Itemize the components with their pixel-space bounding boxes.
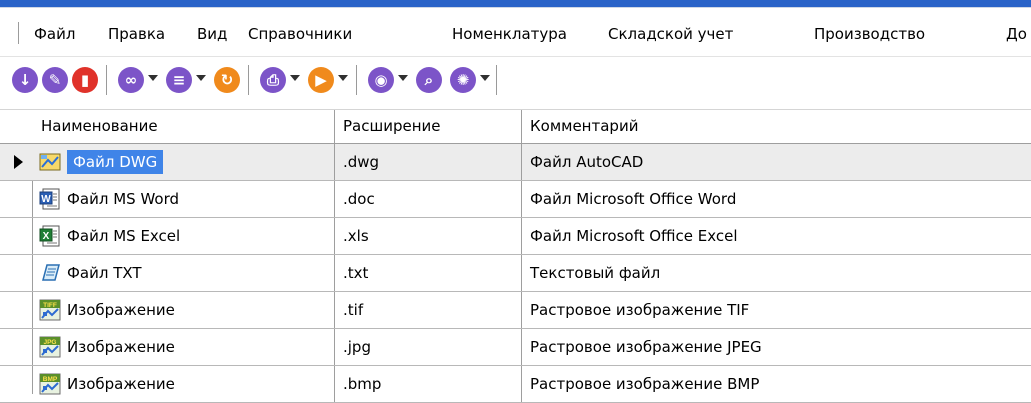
toolbar-separator <box>356 65 357 95</box>
cell-extension[interactable]: .bmp <box>335 366 522 402</box>
menu-warehouse[interactable]: Складской учет <box>608 22 733 46</box>
table-row[interactable]: JPG Изображение .jpg Растровое изображение … <box>0 329 1031 366</box>
document-dropdown-arrow-icon[interactable] <box>196 75 206 81</box>
cell-name[interactable]: Файл MS Word <box>33 181 335 217</box>
cell-name-text: Изображение <box>67 301 175 319</box>
toolbar-separator <box>496 65 497 95</box>
print-dropdown-arrow-icon[interactable] <box>290 75 300 81</box>
cell-name-text: Изображение <box>67 375 175 393</box>
current-row-arrow-icon <box>14 155 23 169</box>
refresh-button[interactable]: ↻ <box>214 67 240 93</box>
search-button[interactable]: ⌕ <box>416 67 442 93</box>
grid-header: Наименование Расширение Комментарий <box>0 110 1031 144</box>
menu-nomenclature[interactable]: Номенклатура <box>452 22 567 46</box>
search-magnifier-icon: ⌕ <box>424 71 434 89</box>
cell-comment[interactable]: Файл Microsoft Office Excel <box>522 218 1031 254</box>
print-button[interactable]: ⎙ <box>260 67 286 93</box>
cell-name-text: Файл MS Word <box>67 190 179 208</box>
window-accent-bar <box>0 0 1031 7</box>
column-header-extension[interactable]: Расширение <box>335 110 522 143</box>
table-row[interactable]: BMP Изображение .bmp Растровое изображение … <box>0 366 1031 403</box>
play-button[interactable]: ▶ <box>308 67 334 93</box>
cell-name-text: Изображение <box>67 338 175 356</box>
play-dropdown-arrow-icon[interactable] <box>338 75 348 81</box>
cell-extension[interactable]: .txt <box>335 255 522 291</box>
cell-comment[interactable]: Файл AutoCAD <box>522 144 1031 180</box>
toolbar-separator <box>106 65 107 95</box>
cell-extension[interactable]: .xls <box>335 218 522 254</box>
edit-pencil-icon: ✎ <box>48 71 62 89</box>
cell-name[interactable]: Изображение <box>33 329 335 365</box>
table-row[interactable]: Файл DWG .dwg Файл AutoCAD <box>0 144 1031 181</box>
cell-name[interactable]: Изображение <box>33 366 335 402</box>
view-dropdown-arrow-icon[interactable] <box>398 75 408 81</box>
cell-extension[interactable]: .dwg <box>335 144 522 180</box>
menu-grip <box>18 22 19 44</box>
file-types-grid: Наименование Расширение Комментарий Файл… <box>0 110 1031 403</box>
cell-name-text: Файл TXT <box>67 264 142 282</box>
toolbar-separator <box>248 65 249 95</box>
cell-name-text: Файл MS Excel <box>67 227 181 245</box>
view-button[interactable]: ◉ <box>368 67 394 93</box>
cell-comment[interactable]: Файл Microsoft Office Word <box>522 181 1031 217</box>
cell-comment[interactable]: Растровое изображение TIF <box>522 292 1031 328</box>
menu-directories[interactable]: Справочники <box>248 22 352 46</box>
document-list-icon: ≡ <box>172 71 186 89</box>
menu-production[interactable]: Производство <box>814 22 925 46</box>
cell-comment[interactable]: Растровое изображение JPEG <box>522 329 1031 365</box>
link-button[interactable]: ∞ <box>118 67 144 93</box>
cell-name[interactable]: Изображение <box>33 292 335 328</box>
edit-button[interactable]: ✎ <box>42 67 68 93</box>
table-row[interactable]: Файл TXT .txt Текстовый файл <box>0 255 1031 292</box>
menu-more[interactable]: До <box>1006 22 1027 46</box>
globe-web-icon: ✺ <box>456 71 470 89</box>
refresh-sync-icon: ↻ <box>220 71 234 89</box>
play-icon: ▶ <box>315 71 327 89</box>
menu-file[interactable]: Файл <box>34 22 75 46</box>
cell-extension[interactable]: .doc <box>335 181 522 217</box>
menu-edit[interactable]: Правка <box>108 22 165 46</box>
print-icon: ⎙ <box>266 71 279 89</box>
download-button[interactable]: ↓ <box>12 67 38 93</box>
cell-comment[interactable]: Текстовый файл <box>522 255 1031 291</box>
column-header-comment[interactable]: Комментарий <box>522 110 1031 143</box>
cell-name[interactable]: Файл MS Excel <box>33 218 335 254</box>
menu-view[interactable]: Вид <box>197 22 227 46</box>
cell-name-text: Файл DWG <box>67 150 164 174</box>
cell-name[interactable]: Файл DWG <box>33 144 335 180</box>
table-row[interactable]: X Файл MS Excel .xls Файл Microsoft Office … <box>0 218 1031 255</box>
globe-button[interactable]: ✺ <box>450 67 476 93</box>
cell-comment[interactable]: Растровое изображение BMP <box>522 366 1031 402</box>
table-row[interactable]: TIFF Изображение .tif Растровое изображение… <box>0 292 1031 329</box>
download-icon: ↓ <box>18 71 32 89</box>
cell-name[interactable]: Файл TXT <box>33 255 335 291</box>
delete-button[interactable]: ▮ <box>72 67 98 93</box>
cell-extension[interactable]: .tif <box>335 292 522 328</box>
menu-bar: Файл Правка Вид Справочники Номенклатура… <box>0 8 1031 57</box>
link-dropdown-arrow-icon[interactable] <box>148 75 158 81</box>
cell-extension[interactable]: .jpg <box>335 329 522 365</box>
document-list-button[interactable]: ≡ <box>166 67 192 93</box>
table-row[interactable]: W Файл MS Word .doc Файл Microsoft Office W… <box>0 181 1031 218</box>
link-icon: ∞ <box>124 71 138 89</box>
globe-dropdown-arrow-icon[interactable] <box>480 75 490 81</box>
toolbar: ↓ ✎ ▮ ∞ ≡ ↻ ⎙ ▶ ◉ ⌕ ✺ <box>0 57 1031 110</box>
column-header-name[interactable]: Наименование <box>33 110 335 143</box>
view-eye-icon: ◉ <box>374 71 388 89</box>
delete-trash-icon: ▮ <box>80 71 90 89</box>
